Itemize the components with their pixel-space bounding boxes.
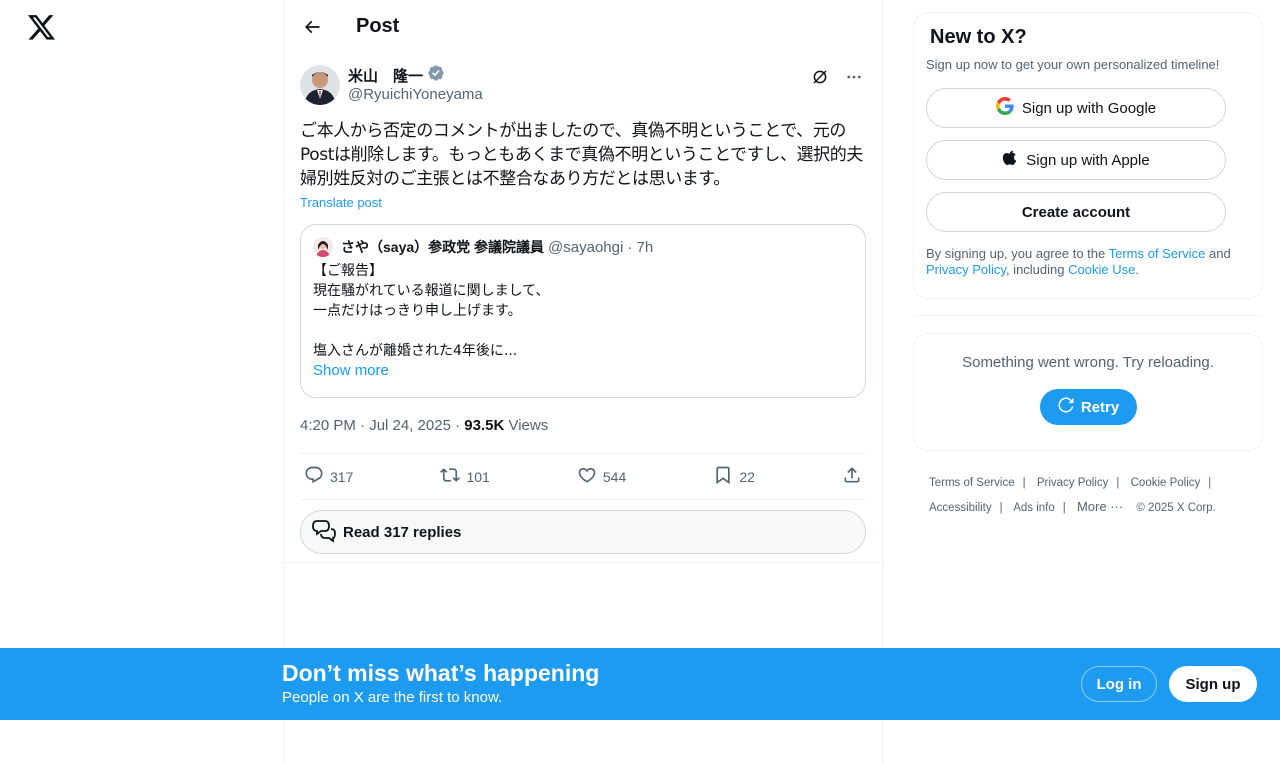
footer-link-terms[interactable]: Terms of Service [929,477,1015,489]
post-divider [284,554,882,563]
signup-card: New to X? Sign up now to get your own pe… [913,12,1263,299]
footer-links: Terms of Service | Privacy Policy | Cookie… [913,471,1233,520]
page-title: Post [356,15,400,37]
author-name[interactable]: 米山 隆一 [348,65,423,86]
read-replies-button[interactable]: Read 317 replies [300,510,866,554]
verified-badge-icon [427,64,445,87]
privacy-link[interactable]: Privacy Policy [926,262,1006,277]
error-card: Something went wrong. Try reloading. Ret… [913,333,1263,451]
views-count: 93.5K [464,416,505,434]
cookie-use-link[interactable]: Cookie Use [1068,262,1135,277]
read-replies-label: Read 317 replies [343,523,462,541]
login-button[interactable]: Log in [1081,666,1157,702]
signup-apple-label: Sign up with Apple [1026,151,1150,169]
signup-button[interactable]: Sign up [1169,666,1257,702]
right-sidebar: New to X? Sign up now to get your own pe… [913,12,1263,520]
footer-link-privacy[interactable]: Privacy Policy [1037,477,1109,489]
reply-button[interactable]: 317 [304,465,353,488]
x-logo-icon[interactable] [24,10,60,46]
more-icon[interactable] [842,65,866,89]
repost-count: 101 [466,468,490,485]
reply-icon [304,465,324,488]
quote-line: 塩入さんが離婚された4年後に... [313,343,518,359]
like-button[interactable]: 544 [577,465,626,488]
retry-button[interactable]: Retry [1039,389,1137,425]
legal-text: , including [1005,262,1069,277]
name-line: 米山 隆一 [348,64,483,87]
author-actions [808,65,866,89]
copyright: © 2025 X Corp. [1136,502,1216,514]
sidebar-divider [913,315,1263,316]
footer-separator: | [1208,477,1212,489]
quote-time: · 7h [627,238,654,256]
error-message: Something went wrong. Try reloading. [962,354,1214,371]
share-icon [842,465,862,488]
timestamp: 4:20 PM · Jul 24, 2025 · 93.5K Views [300,416,548,436]
like-count: 544 [602,468,627,485]
replies-bubble-icon [311,517,337,547]
quote-line: 現在騒がれている報道に関しまして、 [313,283,550,299]
post: 米山 隆一 @RyuichiYoneyama ご本人から否定のコメントが出ました… [284,64,882,563]
post-text: ご本人から否定のコメントが出ましたので、真偽不明ということで、元のPostは削除… [300,121,863,189]
quote-author-handle: @sayaohgi [548,238,624,256]
apple-icon [1002,149,1018,171]
footer-link-ads[interactable]: Ads info [1013,502,1055,514]
back-arrow-icon[interactable] [294,9,330,45]
footer-separator: | [1062,502,1066,514]
footer-separator: | [1116,477,1120,489]
signup-apple-button[interactable]: Sign up with Apple [926,140,1226,180]
bottom-banner: Don’t miss what’s happening People on X … [0,648,1280,720]
tos-link[interactable]: Terms of Service [1109,246,1206,261]
quote-author-name: さや（saya）参政党 参議院議員 [341,239,545,255]
repost-icon [440,465,461,488]
quote-post[interactable]: さや（saya）参政党 参議院議員 @sayaohgi · 7h 【ご報告】 現… [300,224,866,398]
translate-post-link[interactable]: Translate post [300,195,382,210]
banner-title: Don’t miss what’s happening [282,660,600,686]
legal-text: By signing up, you agree to the [926,246,1109,261]
signup-legal: By signing up, you agree to the Terms of… [926,246,1250,298]
page-header: Post [284,0,882,53]
grok-icon[interactable] [808,65,832,89]
signup-google-label: Sign up with Google [1021,99,1157,117]
author-info: 米山 隆一 @RyuichiYoneyama [348,64,483,105]
views-label: Views [504,416,549,434]
quote-line: 一点だけはっきり申し上げます。 [313,303,522,319]
footer-separator: | [999,502,1003,514]
action-bar: 317 101 544 22 [300,454,866,500]
footer-link-accessibility[interactable]: Accessibility [929,502,992,514]
signup-title: New to X? [930,26,1027,48]
post-meta: 4:20 PM · Jul 24, 2025 · 93.5K Views [300,398,866,454]
bookmark-count: 22 [739,468,755,485]
bookmark-icon [713,465,733,488]
signup-google-button[interactable]: Sign up with Google [926,88,1226,128]
post-time[interactable]: 4:20 PM · Jul 24, 2025 · [300,417,464,434]
quote-header: さや（saya）参政党 参議院議員 @sayaohgi · 7h [313,237,853,257]
signup-subtitle: Sign up now to get your own personalized… [926,57,1220,72]
footer-link-cookie[interactable]: Cookie Policy [1131,477,1201,489]
create-account-button[interactable]: Create account [926,192,1226,232]
repost-button[interactable]: 101 [440,465,490,488]
share-button[interactable] [842,465,862,488]
footer-link-more[interactable]: More ··· [1077,499,1123,514]
quote-line: 【ご報告】 [313,263,383,279]
quote-text: 【ご報告】 現在騒がれている報道に関しまして、 一点だけはっきり申し上げます。 … [313,261,853,361]
banner-subtitle: People on X are the first to know. [282,689,503,706]
author-row: 米山 隆一 @RyuichiYoneyama [300,64,866,107]
legal-text: and [1205,246,1231,261]
google-icon [995,97,1014,119]
quote-line [313,321,853,341]
reply-count: 317 [330,468,354,485]
show-more-link[interactable]: Show more [313,361,853,381]
like-icon [577,465,597,488]
legal-text: . [1135,262,1139,277]
quote-avatar [313,237,333,257]
retry-label: Retry [1080,398,1120,416]
bookmark-button[interactable]: 22 [713,465,755,488]
retry-icon [1057,396,1075,418]
author-handle[interactable]: @RyuichiYoneyama [348,85,483,105]
footer-separator: | [1022,477,1026,489]
avatar[interactable] [300,65,340,105]
